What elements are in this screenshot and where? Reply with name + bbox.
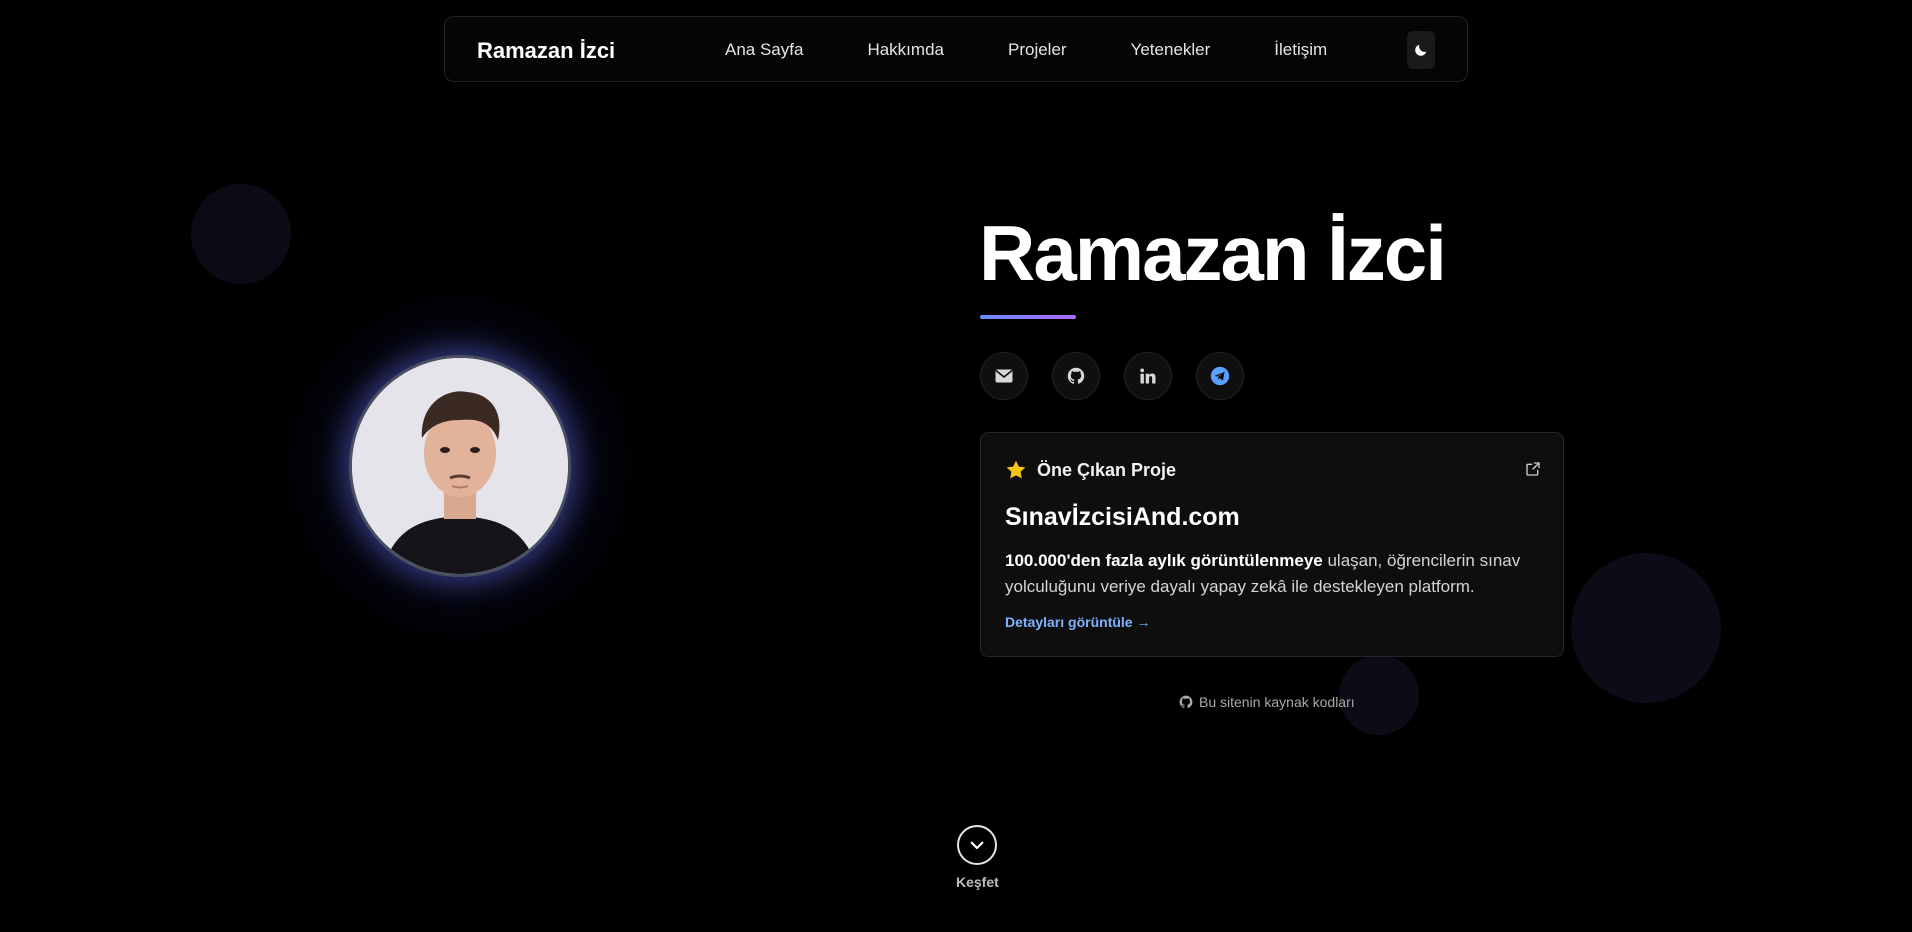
nav-link-contact[interactable]: İletişim [1274,40,1327,60]
github-icon [1179,695,1193,709]
explore-button[interactable] [957,825,997,865]
title-underline [980,315,1076,319]
explore-label: Keşfet [956,874,999,890]
telegram-icon [1210,366,1230,386]
profile-avatar [349,355,571,577]
source-code-link[interactable]: Bu sitenin kaynak kodları [1179,694,1355,710]
external-link-icon[interactable] [1525,461,1541,477]
featured-project-card: Öne Çıkan Proje SınavİzcisiAnd.com 100.0… [980,432,1564,657]
hero-name: Ramazan İzci [979,209,1447,297]
social-links [980,352,1268,400]
featured-project-title: SınavİzcisiAnd.com [1005,503,1240,531]
nav-link-projects[interactable]: Projeler [1008,40,1067,60]
background-orb [1571,553,1721,703]
nav-link-home[interactable]: Ana Sayfa [725,40,803,60]
email-button[interactable] [980,352,1028,400]
top-navbar: Ramazan İzci Ana Sayfa Hakkımda Projeler… [444,16,1468,82]
background-orb [191,184,291,284]
featured-project-header: Öne Çıkan Proje [1005,459,1176,481]
description-highlight: 100.000'den fazla aylık görüntülenmeye [1005,551,1323,570]
linkedin-icon [1140,368,1156,384]
featured-project-description: 100.000'den fazla aylık görüntülenmeye u… [1005,548,1545,600]
linkedin-button[interactable] [1124,352,1172,400]
nav-links: Ana Sayfa Hakkımda Projeler Yetenekler İ… [725,17,1327,83]
source-code-label: Bu sitenin kaynak kodları [1199,694,1355,710]
chevron-down-icon [970,841,984,850]
star-icon [1006,460,1026,479]
github-button[interactable] [1052,352,1100,400]
github-icon [1067,367,1085,384]
view-details-link[interactable]: Detayları görüntüle → [1005,614,1150,630]
featured-project-label: Öne Çıkan Proje [1037,459,1177,480]
nav-link-about[interactable]: Hakkımda [867,40,944,60]
envelope-icon [995,369,1013,383]
profile-photo [352,358,568,574]
theme-toggle-button[interactable] [1407,31,1435,69]
moon-icon [1415,44,1427,56]
telegram-button[interactable] [1196,352,1244,400]
nav-link-skills[interactable]: Yetenekler [1131,40,1211,60]
brand-logo[interactable]: Ramazan İzci [477,38,615,64]
